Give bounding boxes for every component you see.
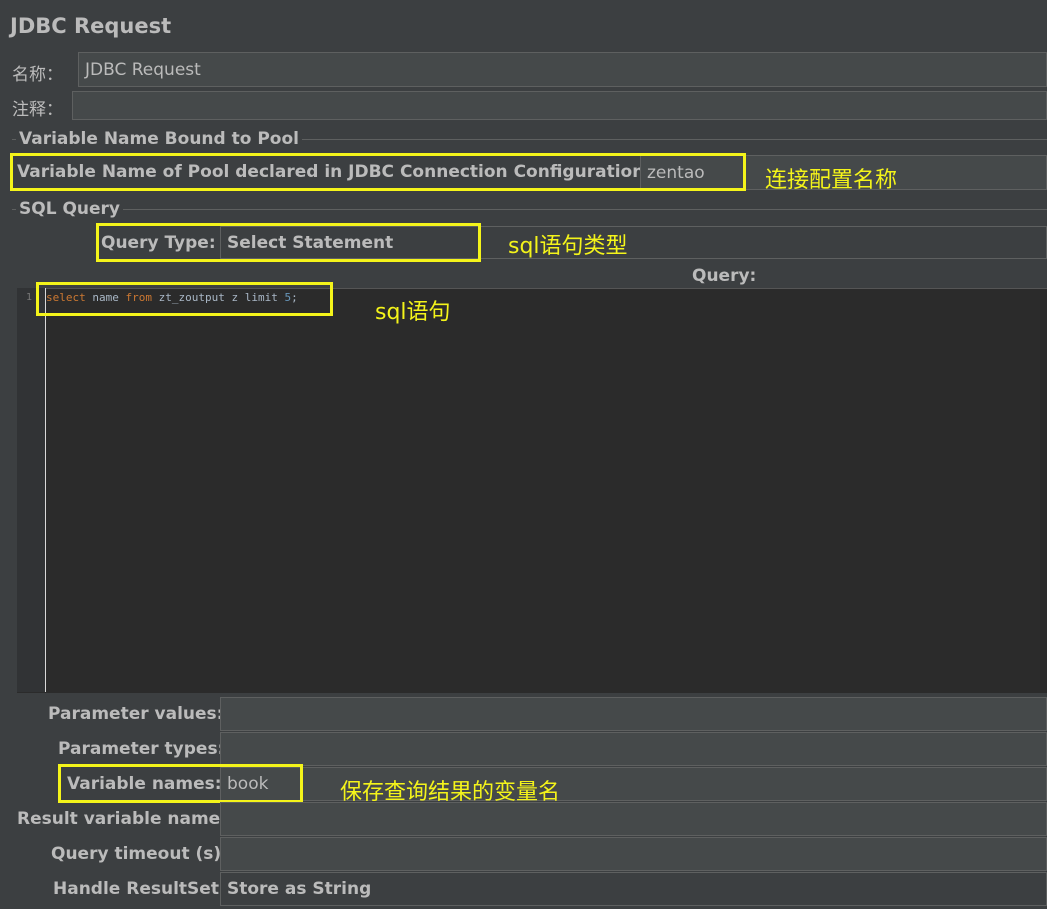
pool-group-title: Variable Name Bound to Pool: [16, 129, 302, 149]
handle-resultset-select[interactable]: Store as String: [220, 872, 1047, 906]
query-timeout-input[interactable]: [220, 837, 1047, 871]
page-title: JDBC Request: [10, 14, 172, 38]
result-variable-input[interactable]: [220, 802, 1047, 836]
sql-editor[interactable]: [17, 288, 1047, 693]
sql-annotation-box: [36, 282, 333, 316]
name-input[interactable]: JDBC Request: [78, 52, 1047, 87]
parameter-values-input[interactable]: [220, 697, 1047, 731]
comment-label: 注释：: [12, 100, 63, 120]
query-type-annotation-box: [96, 223, 481, 262]
parameter-types-input[interactable]: [220, 732, 1047, 766]
pool-annotation-box: [10, 153, 746, 191]
result-variable-label: Result variable name:: [17, 809, 228, 829]
name-label: 名称：: [12, 65, 63, 85]
query-label: Query:: [692, 266, 757, 286]
sql-group-title: SQL Query: [16, 199, 123, 219]
line-number: 1: [26, 292, 33, 303]
query-timeout-label: Query timeout (s):: [51, 844, 228, 864]
handle-resultset-label: Handle ResultSet:: [53, 879, 226, 899]
comment-input[interactable]: [72, 91, 1047, 120]
query-type-annotation-text: sql语句类型: [508, 234, 628, 259]
editor-gutter: [17, 288, 46, 692]
sql-annotation-text: sql语句: [375, 300, 451, 325]
parameter-values-label: Parameter values:: [48, 704, 224, 724]
pool-annotation-text: 连接配置名称: [765, 168, 898, 193]
sql-group-border: [12, 209, 1047, 210]
parameter-types-label: Parameter types:: [58, 739, 225, 759]
variable-names-annotation-box: [58, 764, 303, 803]
